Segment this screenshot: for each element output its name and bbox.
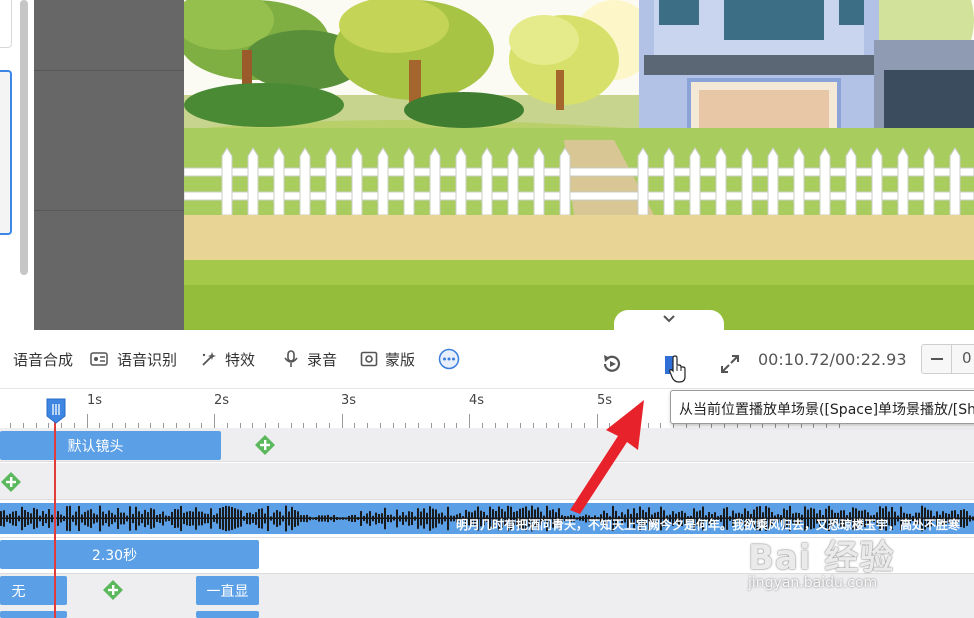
ruler-label: 1s bbox=[87, 393, 103, 408]
ruler-label: 3s bbox=[341, 393, 357, 408]
speech-recognition-icon bbox=[90, 352, 108, 366]
tts-label: 语音合成 bbox=[13, 350, 74, 369]
fence-post bbox=[507, 147, 519, 216]
playhead-handle[interactable] bbox=[46, 398, 66, 424]
duration-clip[interactable]: 2.30秒 bbox=[0, 540, 259, 569]
fence-post bbox=[377, 147, 389, 216]
annotation-arrow bbox=[570, 400, 644, 514]
ruler-tick bbox=[341, 414, 343, 428]
zoom-out-button[interactable] bbox=[931, 358, 943, 360]
fence-post bbox=[221, 147, 233, 216]
scene-thumbnail-selected[interactable] bbox=[0, 70, 12, 235]
speech-recognition-label: 语音识别 bbox=[117, 350, 178, 369]
fence-post bbox=[351, 147, 363, 216]
ruler-tick bbox=[214, 414, 215, 428]
play-scene-icon[interactable] bbox=[664, 355, 688, 383]
record-button[interactable]: 录音 bbox=[282, 348, 337, 370]
effects-icon bbox=[202, 352, 216, 366]
fence-post bbox=[897, 147, 909, 216]
speech-recognition-button[interactable]: 语音识别 bbox=[88, 348, 177, 370]
scene-canvas[interactable] bbox=[184, 0, 974, 330]
zoom-divider bbox=[951, 344, 952, 374]
fence-post bbox=[949, 147, 961, 216]
fence-post bbox=[559, 147, 571, 216]
chevron-down-icon[interactable] bbox=[662, 314, 676, 324]
character-track bbox=[0, 463, 974, 500]
record-label: 录音 bbox=[307, 350, 338, 369]
fence-post bbox=[429, 147, 441, 216]
fence-post bbox=[845, 147, 857, 216]
enter-transition-clip[interactable]: 无 bbox=[0, 576, 67, 605]
fence-post bbox=[299, 147, 311, 216]
fence-post bbox=[481, 147, 493, 216]
fullscreen-icon[interactable] bbox=[719, 353, 741, 375]
microphone-icon bbox=[284, 350, 298, 367]
more-icon[interactable] bbox=[438, 348, 460, 370]
camera-clip[interactable]: 默认镜头 bbox=[0, 431, 221, 460]
timecode-display: 00:10.72/00:22.93 bbox=[758, 350, 907, 369]
watermark-url: jingyan.baidu.com bbox=[748, 575, 878, 591]
stage-guide-line bbox=[34, 210, 184, 211]
ruler-tick bbox=[469, 414, 470, 428]
ruler-tick bbox=[86, 414, 88, 428]
extra-track bbox=[0, 609, 974, 618]
tts-button[interactable]: 语音合成 bbox=[0, 348, 73, 370]
scene-list-panel bbox=[0, 0, 34, 330]
scene-thumbnail[interactable] bbox=[0, 0, 12, 48]
fence-post bbox=[871, 147, 883, 216]
editor-window: 语音合成 语音识别 特效 录音 蒙版 00:10.72/00:22.93 0 1… bbox=[0, 0, 974, 618]
fence-post bbox=[715, 147, 727, 216]
mask-button[interactable]: 蒙版 bbox=[360, 348, 415, 370]
fence-post bbox=[793, 147, 805, 216]
camera-clip-label: 默认镜头 bbox=[67, 438, 124, 455]
fence-post bbox=[689, 147, 701, 216]
fence-post bbox=[923, 147, 935, 216]
fence-post bbox=[819, 147, 831, 216]
play-tooltip: 从当前位置播放单场景([Space]单场景播放/[Shift+Space]全场景… bbox=[670, 390, 974, 424]
exit-transition-label: 一直显 bbox=[206, 583, 249, 600]
stage-guide-line bbox=[34, 70, 184, 71]
fence-post bbox=[767, 147, 779, 216]
stage-offcanvas-area bbox=[34, 0, 184, 330]
fence-post bbox=[663, 147, 675, 216]
fence-post bbox=[533, 147, 545, 216]
add-character-icon[interactable] bbox=[0, 471, 22, 493]
extra-clip[interactable] bbox=[0, 611, 67, 618]
fence-post bbox=[741, 147, 753, 216]
ruler-label: 2s bbox=[214, 393, 230, 408]
fence-post bbox=[455, 147, 467, 216]
tts-icon bbox=[0, 350, 6, 368]
fence-post bbox=[637, 147, 649, 216]
exit-transition-clip[interactable]: 一直显 bbox=[196, 576, 259, 605]
scene-list-scrollbar[interactable] bbox=[20, 0, 28, 275]
duration-clip-label: 2.30秒 bbox=[91, 547, 138, 564]
mask-icon bbox=[360, 351, 378, 367]
enter-transition-label: 无 bbox=[11, 583, 26, 600]
ruler-label: 4s bbox=[469, 393, 485, 408]
add-transition-icon[interactable] bbox=[102, 579, 124, 601]
effects-label: 特效 bbox=[225, 350, 256, 369]
effects-button[interactable]: 特效 bbox=[200, 348, 255, 370]
fence-post bbox=[247, 147, 259, 216]
zoom-value[interactable]: 0 bbox=[962, 349, 972, 367]
add-camera-icon[interactable] bbox=[254, 434, 276, 456]
fence-post bbox=[273, 147, 285, 216]
playhead-line bbox=[54, 420, 56, 618]
extra-clip[interactable] bbox=[196, 611, 259, 618]
fence-post bbox=[403, 147, 415, 216]
replay-icon[interactable] bbox=[600, 352, 624, 376]
watermark-logo: Bai 经验 bbox=[748, 538, 895, 578]
fence-post bbox=[325, 147, 337, 216]
mask-label: 蒙版 bbox=[385, 350, 416, 369]
